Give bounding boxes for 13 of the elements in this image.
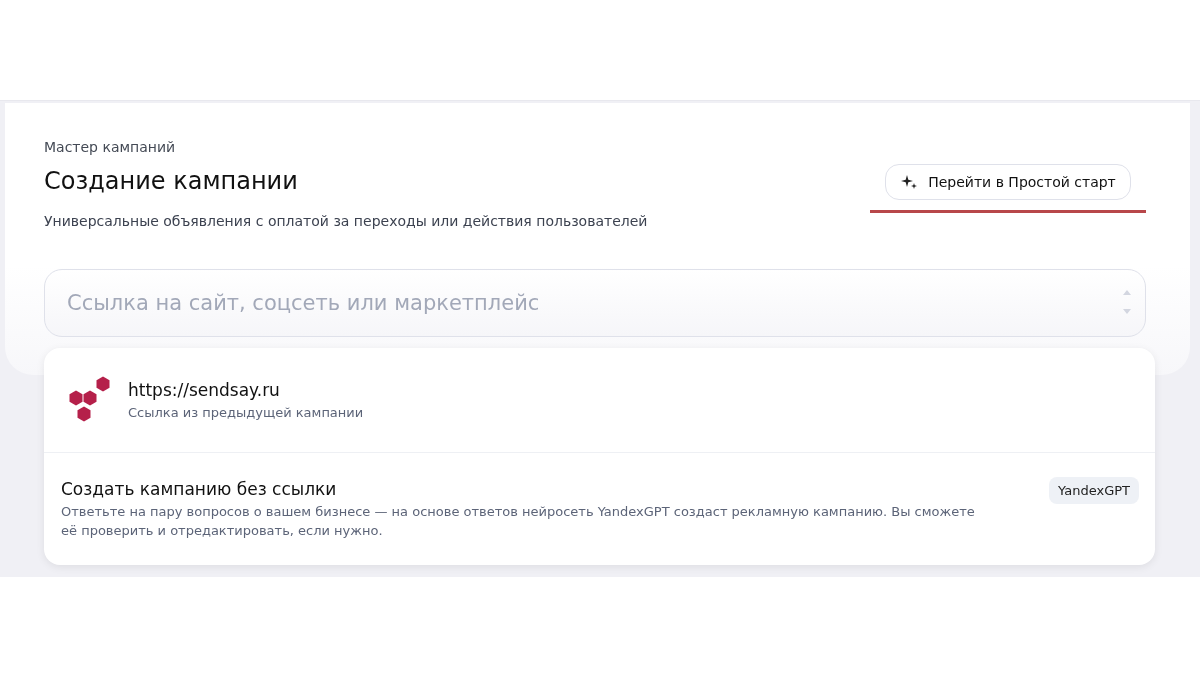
simple-start-button[interactable]: Перейти в Простой старт <box>885 164 1131 200</box>
suggestion-url: https://sendsay.ru <box>128 380 281 400</box>
hexagon-logo-icon <box>68 376 112 424</box>
page-title: Создание кампании <box>44 167 299 195</box>
breadcrumb: Мастер кампаний <box>44 139 177 155</box>
suggestion-title: Создать кампанию без ссылки <box>61 479 338 499</box>
suggestion-caption: Ссылка из предыдущей кампании <box>128 405 364 420</box>
feature-tag: YandexGPT <box>1049 477 1139 504</box>
spinner-arrows-icon <box>1122 289 1132 315</box>
suggestion-description: Ответьте на пару вопросов о вашем бизнесе — на основе ответов нейросеть YandexGPT создаст рекламную кампанию. Вы сможете её проверить и отредактировать, если нужно. <box>61 503 976 540</box>
page-subtitle: Универсальные объявления с оплатой за переходы или действия пользователей <box>44 213 648 229</box>
suggestion-item[interactable]: https://sendsay.ru Ссылка из предыдущей кампании <box>44 348 1155 453</box>
url-input-field[interactable]: Ссылка на сайт, соцсеть или маркетплейс <box>44 269 1146 337</box>
